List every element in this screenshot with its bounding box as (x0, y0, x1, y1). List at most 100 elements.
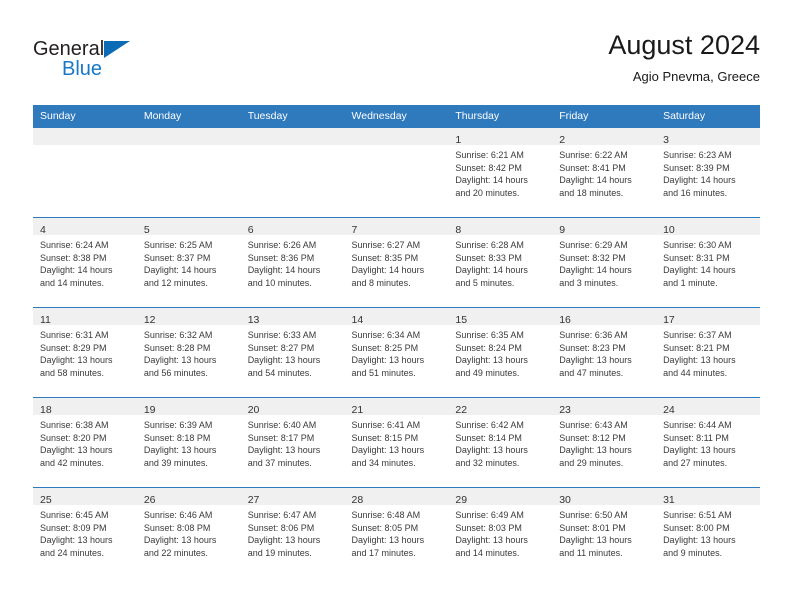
day-sun-info: Sunrise: 6:22 AM Sunset: 8:41 PM Daylight:… (552, 145, 656, 199)
day-number: 11 (40, 314, 51, 326)
day-number-band: 6 (240, 218, 345, 236)
sunset-time-text: Sunset: 8:32 PM (559, 252, 626, 263)
day-sun-info: Sunrise: 6:39 AM Sunset: 8:18 PM Daylight:… (137, 415, 241, 469)
daylight-duration-line2: and 32 minutes. (455, 457, 520, 468)
day-cell-inner: 2 Sunrise: 6:22 AM Sunset: 8:41 PM Daylight… (552, 128, 657, 217)
calendar-day-cell[interactable]: 20 Sunrise: 6:40 AM Sunset: 8:17 PM Dayligh… (240, 397, 345, 488)
day-number-band: 1 (448, 128, 553, 146)
daylight-duration-line2: and 5 minutes. (455, 277, 515, 288)
daylight-duration-line2: and 14 minutes. (40, 277, 105, 288)
sunset-time-text: Sunset: 8:29 PM (40, 342, 107, 353)
calendar-day-cell[interactable]: 17 Sunrise: 6:37 AM Sunset: 8:21 PM Dayligh… (656, 307, 760, 398)
sunset-time-text: Sunset: 8:03 PM (455, 522, 522, 533)
calendar-day-cell[interactable]: 14 Sunrise: 6:34 AM Sunset: 8:25 PM Dayligh… (344, 307, 449, 398)
calendar-day-cell[interactable]: 21 Sunrise: 6:41 AM Sunset: 8:15 PM Dayligh… (344, 397, 449, 488)
daylight-duration-line1: Daylight: 14 hours (247, 265, 321, 276)
day-sun-info: Sunrise: 6:40 AM Sunset: 8:17 PM Daylight:… (241, 415, 345, 469)
calendar-day-cell[interactable]: 1 Sunrise: 6:21 AM Sunset: 8:42 PM Daylight… (448, 127, 553, 218)
daylight-duration-line1: Daylight: 13 hours (663, 535, 736, 546)
calendar-day-cell[interactable]: 9 Sunrise: 6:29 AM Sunset: 8:32 PM Daylight… (552, 217, 657, 308)
calendar-day-cell[interactable]: 31 Sunrise: 6:51 AM Sunset: 8:00 PM Dayligh… (656, 487, 760, 577)
day-number-band: 7 (344, 218, 449, 236)
weekday-header-friday: Friday (552, 105, 657, 128)
daylight-duration-line1: Daylight: 13 hours (455, 355, 528, 366)
daylight-duration-line2: and 9 minutes. (663, 547, 723, 558)
day-number-band: 10 (656, 218, 760, 236)
calendar-day-cell[interactable]: 4 Sunrise: 6:24 AM Sunset: 8:38 PM Daylight… (33, 217, 137, 308)
day-number-band: 5 (136, 218, 241, 236)
calendar-day-cell[interactable]: 22 Sunrise: 6:42 AM Sunset: 8:14 PM Dayligh… (448, 397, 553, 488)
daylight-duration-line2: and 19 minutes. (247, 547, 312, 558)
calendar-day-cell[interactable]: 10 Sunrise: 6:30 AM Sunset: 8:31 PM Dayligh… (656, 217, 760, 308)
calendar-day-cell[interactable]: 2 Sunrise: 6:22 AM Sunset: 8:41 PM Daylight… (552, 127, 657, 218)
day-cell-inner: 8 Sunrise: 6:28 AM Sunset: 8:33 PM Daylight… (448, 218, 553, 307)
sunrise-time-text: Sunrise: 6:41 AM (351, 420, 421, 430)
calendar-day-cell[interactable]: 29 Sunrise: 6:49 AM Sunset: 8:03 PM Dayligh… (448, 487, 553, 577)
calendar-day-cell[interactable]: 23 Sunrise: 6:43 AM Sunset: 8:12 PM Dayligh… (552, 397, 657, 488)
day-cell-inner: 31 Sunrise: 6:51 AM Sunset: 8:00 PM Dayligh… (656, 488, 760, 577)
day-sun-info: Sunrise: 6:48 AM Sunset: 8:05 PM Daylight:… (345, 505, 449, 559)
sunrise-time-text: Sunrise: 6:22 AM (559, 150, 628, 160)
day-cell-inner: 4 Sunrise: 6:24 AM Sunset: 8:38 PM Daylight… (33, 218, 137, 307)
daylight-duration-line1: Daylight: 14 hours (663, 175, 736, 186)
day-number: 21 (351, 404, 364, 416)
day-number: 25 (40, 494, 52, 506)
calendar-day-cell[interactable]: 26 Sunrise: 6:46 AM Sunset: 8:08 PM Dayligh… (136, 487, 241, 577)
daylight-duration-line1: Daylight: 14 hours (351, 265, 425, 276)
weekday-header-monday: Monday (136, 105, 241, 128)
calendar-day-cell[interactable]: 28 Sunrise: 6:48 AM Sunset: 8:05 PM Dayligh… (344, 487, 449, 577)
day-number-band: 9 (552, 218, 657, 236)
day-number-band: 27 (240, 488, 345, 506)
calendar-day-cell[interactable]: 11 Sunrise: 6:31 AM Sunset: 8:29 PM Dayligh… (33, 307, 137, 398)
calendar-day-cell[interactable]: 13 Sunrise: 6:33 AM Sunset: 8:27 PM Dayligh… (240, 307, 345, 398)
daylight-duration-line1: Daylight: 14 hours (559, 265, 632, 276)
sunset-time-text: Sunset: 8:18 PM (143, 432, 211, 443)
day-cell-inner: 23 Sunrise: 6:43 AM Sunset: 8:12 PM Dayligh… (552, 398, 657, 487)
daylight-duration-line2: and 16 minutes. (663, 187, 728, 198)
calendar-day-cell[interactable]: 6 Sunrise: 6:26 AM Sunset: 8:36 PM Daylight… (240, 217, 345, 308)
daylight-duration-line1: Daylight: 13 hours (143, 445, 217, 456)
calendar-day-cell[interactable]: 27 Sunrise: 6:47 AM Sunset: 8:06 PM Dayligh… (240, 487, 345, 577)
sunrise-time-text: Sunrise: 6:42 AM (455, 420, 524, 430)
calendar-day-cell[interactable]: 15 Sunrise: 6:35 AM Sunset: 8:24 PM Dayligh… (448, 307, 553, 398)
calendar-body: 1 Sunrise: 6:21 AM Sunset: 8:42 PM Daylight… (33, 127, 760, 577)
sunrise-time-text: Sunrise: 6:44 AM (663, 420, 732, 430)
daylight-duration-line2: and 24 minutes. (40, 547, 105, 558)
calendar-day-cell[interactable]: 7 Sunrise: 6:27 AM Sunset: 8:35 PM Daylight… (344, 217, 449, 308)
day-number: 26 (143, 494, 156, 506)
calendar-day-cell[interactable]: 8 Sunrise: 6:28 AM Sunset: 8:33 PM Daylight… (448, 217, 553, 308)
daylight-duration-line2: and 42 minutes. (40, 457, 105, 468)
day-sun-info: Sunrise: 6:29 AM Sunset: 8:32 PM Daylight:… (552, 235, 656, 289)
day-number: 29 (455, 494, 468, 506)
calendar-day-cell[interactable]: 16 Sunrise: 6:36 AM Sunset: 8:23 PM Dayligh… (552, 307, 657, 398)
calendar-day-cell[interactable]: 25 Sunrise: 6:45 AM Sunset: 8:09 PM Dayligh… (33, 487, 137, 577)
calendar-day-cell[interactable]: 3 Sunrise: 6:23 AM Sunset: 8:39 PM Daylight… (656, 127, 760, 218)
day-number: 28 (351, 494, 364, 506)
daylight-duration-line2: and 54 minutes. (247, 367, 312, 378)
daylight-duration-line1: Daylight: 13 hours (351, 535, 425, 546)
calendar-day-cell[interactable]: 30 Sunrise: 6:50 AM Sunset: 8:01 PM Dayligh… (552, 487, 657, 577)
calendar-day-cell-empty (344, 127, 449, 218)
calendar-day-cell[interactable]: 5 Sunrise: 6:25 AM Sunset: 8:37 PM Daylight… (136, 217, 241, 308)
daylight-duration-line1: Daylight: 13 hours (559, 445, 632, 456)
sunrise-time-text: Sunrise: 6:32 AM (143, 330, 213, 340)
title-block: August 2024 Agio Pnevma, Greece (608, 28, 760, 87)
day-number-band: 25 (33, 488, 137, 506)
day-cell-inner (33, 128, 137, 217)
day-number-band: 22 (448, 398, 553, 416)
calendar-day-cell[interactable]: 12 Sunrise: 6:32 AM Sunset: 8:28 PM Dayligh… (136, 307, 241, 398)
day-number-band: 8 (448, 218, 553, 236)
sunrise-time-text: Sunrise: 6:36 AM (559, 330, 628, 340)
general-blue-logo[interactable]: General Blue (33, 38, 233, 84)
sunrise-time-text: Sunrise: 6:49 AM (455, 510, 524, 520)
daylight-duration-line2: and 39 minutes. (143, 457, 208, 468)
calendar-day-cell[interactable]: 19 Sunrise: 6:39 AM Sunset: 8:18 PM Dayligh… (136, 397, 241, 488)
day-cell-inner: 18 Sunrise: 6:38 AM Sunset: 8:20 PM Dayligh… (33, 398, 137, 487)
calendar-day-cell[interactable]: 24 Sunrise: 6:44 AM Sunset: 8:11 PM Dayligh… (656, 397, 760, 488)
day-sun-info: Sunrise: 6:33 AM Sunset: 8:27 PM Daylight:… (241, 325, 345, 379)
sunrise-time-text: Sunrise: 6:48 AM (351, 510, 421, 520)
calendar-week-row: 1 Sunrise: 6:21 AM Sunset: 8:42 PM Daylight… (33, 127, 760, 218)
day-sun-info: Sunrise: 6:38 AM Sunset: 8:20 PM Daylight:… (33, 415, 137, 469)
daylight-duration-line1: Daylight: 13 hours (40, 445, 113, 456)
calendar-day-cell[interactable]: 18 Sunrise: 6:38 AM Sunset: 8:20 PM Dayligh… (33, 397, 137, 488)
